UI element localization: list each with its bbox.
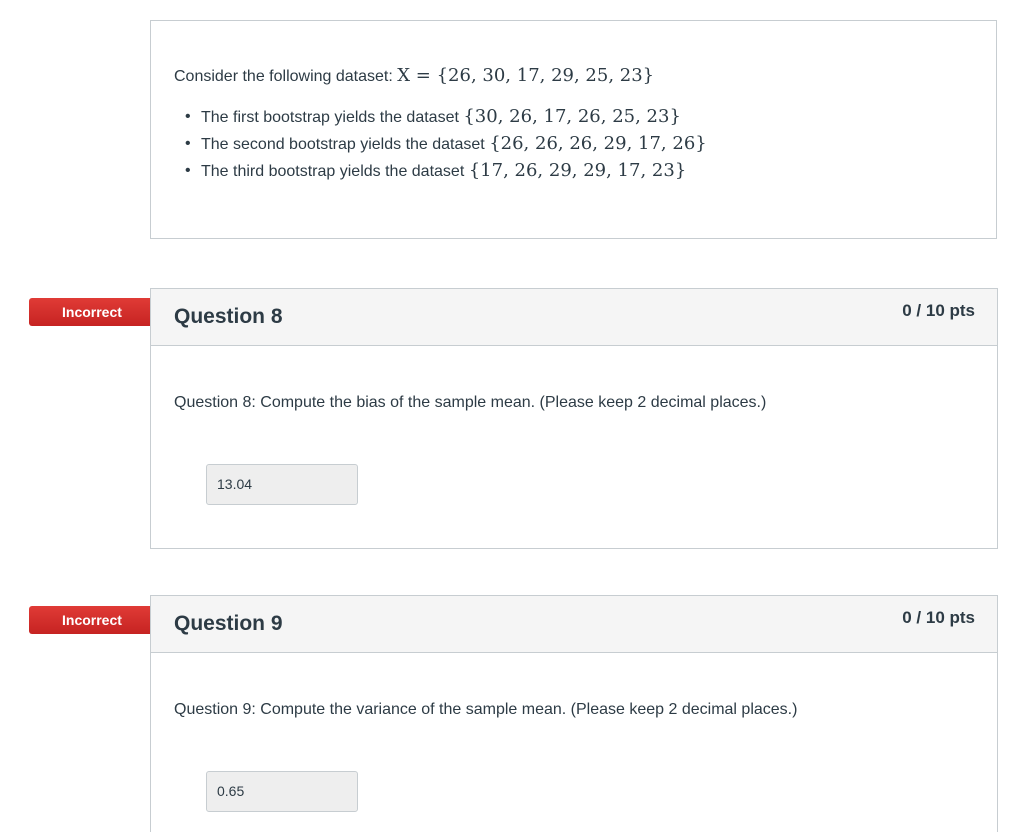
question-title: Question 8 bbox=[174, 305, 283, 328]
bootstrap-text: The second bootstrap yields the dataset bbox=[201, 136, 490, 153]
bullet-dot: • bbox=[185, 135, 191, 152]
bootstrap-list: • The first bootstrap yields the dataset… bbox=[183, 103, 707, 184]
dataset-intro-box: Consider the following dataset: X = {26,… bbox=[150, 20, 997, 239]
dataset-math: X = {26, 30, 17, 29, 25, 23} bbox=[397, 65, 655, 86]
question-8-card: Question 8 0 / 10 pts Question 8: Comput… bbox=[150, 288, 998, 549]
question-9-card: Question 9 0 / 10 pts Question 9: Comput… bbox=[150, 595, 998, 832]
bootstrap-math: {26, 26, 26, 29, 17, 26} bbox=[489, 133, 707, 154]
question-text: Question 8: Compute the bias of the samp… bbox=[174, 394, 767, 411]
quiz-results-page: Consider the following dataset: X = {26,… bbox=[0, 0, 1024, 832]
question-points: 0 / 10 pts bbox=[902, 608, 975, 627]
bullet-dot: • bbox=[185, 108, 191, 125]
answer-field[interactable]: 0.65 bbox=[206, 771, 358, 812]
bootstrap-math: {30, 26, 17, 26, 25, 23} bbox=[463, 106, 681, 127]
bootstrap-text: The first bootstrap yields the dataset bbox=[201, 109, 464, 126]
bullet-dot: • bbox=[185, 162, 191, 179]
question-header: Question 8 0 / 10 pts bbox=[151, 289, 997, 346]
bootstrap-text: The third bootstrap yields the dataset bbox=[201, 163, 469, 180]
question-title: Question 9 bbox=[174, 612, 283, 635]
incorrect-status-tag: Incorrect bbox=[29, 606, 165, 634]
bootstrap-item-1: • The first bootstrap yields the dataset… bbox=[183, 103, 707, 130]
incorrect-status-tag: Incorrect bbox=[29, 298, 165, 326]
question-points: 0 / 10 pts bbox=[902, 301, 975, 320]
bootstrap-item-2: • The second bootstrap yields the datase… bbox=[183, 130, 707, 157]
bootstrap-math: {17, 26, 29, 29, 17, 23} bbox=[468, 160, 687, 181]
dataset-intro-text: Consider the following dataset: X = {26,… bbox=[174, 65, 654, 86]
dataset-intro-lead: Consider the following dataset: bbox=[174, 68, 398, 85]
question-header: Question 9 0 / 10 pts bbox=[151, 596, 997, 653]
bootstrap-item-3: • The third bootstrap yields the dataset… bbox=[183, 157, 707, 184]
question-text: Question 9: Compute the variance of the … bbox=[174, 701, 798, 718]
answer-field[interactable]: 13.04 bbox=[206, 464, 358, 505]
